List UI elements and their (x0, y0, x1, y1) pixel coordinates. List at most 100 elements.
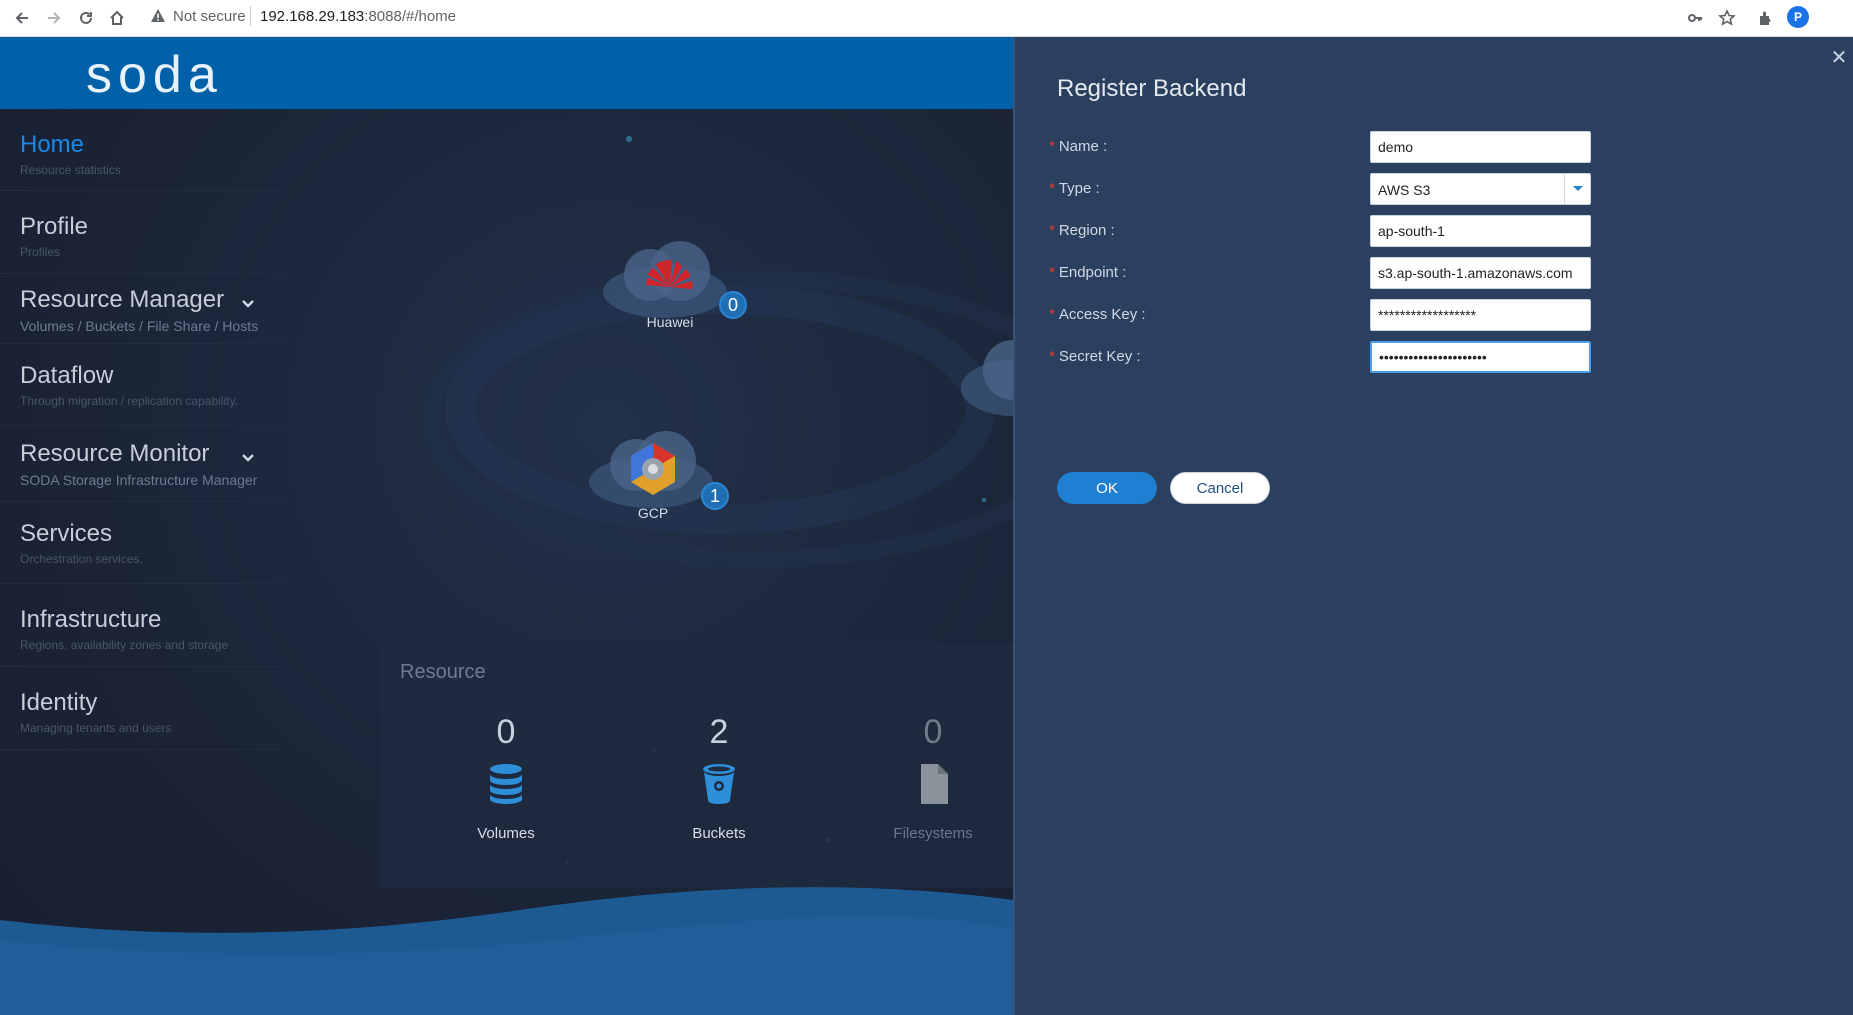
gcp-cloud-icon (589, 431, 713, 508)
secret-key-label: * Secret Key : (1049, 348, 1141, 365)
resource-title: Resource (400, 661, 486, 683)
cloud-label: GCP (637, 505, 669, 521)
warning-icon[interactable] (150, 8, 166, 29)
access-key-label: * Access Key : (1049, 306, 1146, 323)
register-backend-dialog: ✕ Register Backend *Name : *Type : AWS S… (1013, 37, 1853, 1015)
form-row-type: * Type : AWS S3 (1049, 173, 1609, 205)
sidebar-item-label: Dataflow (20, 362, 114, 389)
cloud-count-badge: 0 (719, 291, 747, 319)
dialog-title: Register Backend (1057, 75, 1247, 102)
required-marker: * (1049, 264, 1055, 281)
filesystems-label: Filesystems (893, 825, 973, 842)
name-field[interactable] (1370, 131, 1591, 163)
cancel-button[interactable]: Cancel (1170, 472, 1270, 504)
bucket-icon (703, 764, 735, 804)
sidebar-item-sublabel: Volumes / Buckets / File Share / Hosts (20, 318, 259, 334)
cloud-icon (961, 340, 1065, 416)
name-label-text: Name : (1058, 138, 1108, 155)
type-select-value: AWS S3 (1378, 182, 1431, 198)
chevron-down-icon[interactable] (240, 296, 256, 312)
access-key-field[interactable] (1370, 299, 1591, 331)
secret-key-field[interactable] (1370, 341, 1591, 373)
type-label: * Type : (1049, 180, 1100, 197)
sidebar-item-label: Infrastructure (20, 606, 162, 633)
endpoint-field[interactable] (1370, 257, 1591, 289)
required-marker: * (1049, 180, 1055, 197)
sidebar-item-sublabel: Resource statistics (20, 163, 121, 177)
profile-avatar[interactable]: P (1787, 6, 1809, 28)
key-icon[interactable] (1683, 6, 1707, 30)
buckets-count: 2 (709, 713, 729, 751)
sidebar-item-sublabel: Orchestration services. (20, 552, 143, 566)
decorative-wave (0, 887, 1013, 1015)
soda-logo[interactable]: soda (86, 45, 223, 105)
form-row-secret-key: * Secret Key : (1049, 341, 1609, 373)
cloud-label: Huawei (646, 314, 694, 330)
type-select[interactable]: AWS S3 (1370, 173, 1591, 205)
sidebar-item-dataflow[interactable]: Dataflow Through migration / replication… (0, 344, 283, 426)
sidebar-item-resource-manager[interactable]: Resource Manager Volumes / Buckets / Fil… (0, 274, 283, 344)
browser-toolbar: Not secure 192.168.29.183:8088/#/home P (0, 0, 1853, 37)
sidebar-item-label: Home (20, 131, 85, 158)
url-host: 192.168.29.183 (260, 8, 365, 25)
sidebar-item-sublabel: Profiles (20, 245, 61, 259)
resource-buckets[interactable]: 2 Buckets (649, 713, 789, 842)
required-marker: * (1049, 348, 1055, 365)
sidebar-item-sublabel: SODA Storage Infrastructure Manager (20, 472, 258, 488)
sidebar-item-label: Services (20, 520, 113, 547)
ok-button[interactable]: OK (1057, 472, 1157, 504)
huawei-cloud-icon (603, 241, 727, 318)
access-key-label-text: Access Key : (1058, 306, 1146, 323)
required-marker: * (1049, 138, 1055, 155)
resource-filesystems[interactable]: 0 Filesystems (863, 713, 1003, 842)
form-row-access-key: * Access Key : (1049, 299, 1609, 331)
app-header: soda (0, 37, 1013, 109)
sidebar-item-sublabel: Through migration / replication capabili… (20, 394, 238, 408)
forward-icon[interactable] (42, 6, 66, 30)
sidebar-item-profile[interactable]: Profile Profiles (0, 191, 283, 274)
required-marker: * (1049, 306, 1055, 323)
star-icon[interactable] (1715, 6, 1739, 30)
region-field[interactable] (1370, 215, 1591, 247)
volumes-count: 0 (496, 713, 516, 751)
sidebar-item-identity[interactable]: Identity Managing tenants and users (0, 667, 283, 750)
volumes-label: Volumes (477, 825, 535, 842)
close-icon[interactable]: ✕ (1827, 45, 1851, 69)
type-label-text: Type : (1058, 180, 1100, 197)
sidebar-item-label: Profile (20, 213, 89, 240)
sidebar-item-resource-monitor[interactable]: Resource Monitor SODA Storage Infrastruc… (0, 426, 283, 502)
home-icon[interactable] (105, 6, 129, 30)
sidebar-item-sublabel: Regions, availability zones and storage (20, 638, 229, 652)
resource-volumes[interactable]: 0 Volumes (436, 713, 576, 842)
url-path: :8088/#/home (364, 8, 457, 25)
sidebar-item-sublabel: Managing tenants and users (20, 721, 172, 735)
address-bar[interactable]: 192.168.29.183:8088/#/home (260, 8, 456, 25)
file-icon (921, 764, 948, 804)
sidebar-item-label: Identity (20, 689, 98, 716)
dropdown-arrow-icon[interactable] (1564, 174, 1590, 204)
form-row-region: * Region : (1049, 215, 1609, 247)
form-row-name: * Name : (1049, 131, 1609, 163)
sidebar-item-infrastructure[interactable]: Infrastructure Regions, availability zon… (0, 584, 283, 667)
required-marker: * (1049, 222, 1055, 239)
region-label-text: Region : (1058, 222, 1115, 239)
endpoint-label-text: Endpoint : (1058, 264, 1127, 281)
url-separator (250, 6, 251, 26)
back-icon[interactable] (10, 6, 34, 30)
sidebar-item-services[interactable]: Services Orchestration services. (0, 502, 283, 584)
reload-icon[interactable] (74, 6, 98, 30)
filesystems-count: 0 (923, 713, 943, 751)
form-row-endpoint: * Endpoint : (1049, 257, 1609, 289)
region-label: * Region : (1049, 222, 1115, 239)
sidebar-item-home[interactable]: Home Resource statistics (0, 109, 283, 191)
resource-panel: Resource 0 Volumes 2 Buckets 0 Filesyste… (380, 643, 1013, 888)
chevron-down-icon[interactable] (240, 450, 256, 466)
security-label[interactable]: Not secure (173, 8, 246, 25)
name-label: * Name : (1049, 138, 1107, 155)
endpoint-label: * Endpoint : (1049, 264, 1126, 281)
cloud-gcp[interactable] (586, 427, 716, 517)
extensions-icon[interactable] (1754, 6, 1778, 30)
secret-key-label-text: Secret Key : (1058, 348, 1141, 365)
cloud-count-badge: 1 (701, 482, 729, 510)
buckets-label: Buckets (692, 825, 746, 842)
